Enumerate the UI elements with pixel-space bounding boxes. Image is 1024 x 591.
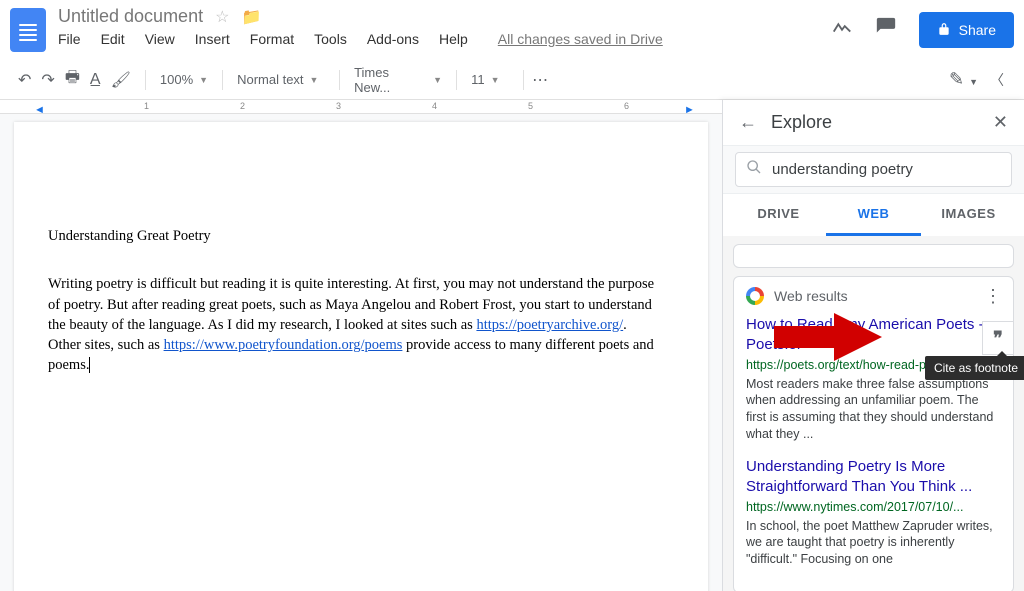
docs-logo-icon[interactable] [10, 8, 46, 52]
font-dropdown[interactable]: Times New...▼ [348, 61, 448, 99]
menu-format[interactable]: Format [250, 31, 294, 47]
fontsize-dropdown[interactable]: 11▼ [465, 68, 515, 91]
explore-results[interactable]: Web results ⋮ ❞ Cite as footnote How to … [723, 236, 1024, 591]
explore-panel: ← Explore ✕ DRIVE WEB IMAGES [722, 100, 1024, 591]
google-icon [746, 287, 764, 305]
annotation-arrow [834, 313, 882, 361]
tab-drive[interactable]: DRIVE [731, 194, 826, 236]
activity-icon[interactable] [831, 16, 853, 44]
app-header: Untitled document ☆ 📁 File Edit View Ins… [0, 0, 1024, 60]
document-title[interactable]: Untitled document [58, 6, 203, 27]
result-snippet: Most readers make three false assumption… [746, 376, 1001, 444]
menu-addons[interactable]: Add-ons [367, 31, 419, 47]
tab-web[interactable]: WEB [826, 194, 921, 236]
menu-help[interactable]: Help [439, 31, 468, 47]
editing-mode-icon[interactable]: ✎ ▼ [949, 69, 978, 90]
menu-insert[interactable]: Insert [195, 31, 230, 47]
toolbar: ↶ ↷ 🖶 A̲ 🖌 100%▼ Normal text▼ Times New.… [0, 60, 1024, 100]
learn-more-strip[interactable] [733, 244, 1014, 268]
paint-format-icon[interactable]: 🖌 [111, 70, 131, 90]
menu-edit[interactable]: Edit [101, 31, 125, 47]
doc-paragraph[interactable]: Writing poetry is difficult but reading … [48, 274, 660, 375]
explore-tabs: DRIVE WEB IMAGES [723, 194, 1024, 236]
explore-close-icon[interactable]: ✕ [993, 112, 1008, 133]
star-icon[interactable]: ☆ [215, 7, 229, 27]
style-dropdown[interactable]: Normal text▼ [231, 68, 331, 91]
search-result[interactable]: Understanding Poetry Is More Straightfor… [746, 457, 1001, 568]
card-menu-icon[interactable]: ⋮ [984, 292, 1001, 300]
explore-title: Explore [771, 112, 979, 133]
tab-images[interactable]: IMAGES [921, 194, 1016, 236]
undo-icon[interactable]: ↶ [18, 70, 31, 90]
more-tools-icon[interactable]: ⋯ [532, 70, 548, 90]
zoom-dropdown[interactable]: 100%▼ [154, 68, 214, 91]
collapse-toolbar-icon[interactable]: 〈 [990, 70, 1004, 90]
share-button[interactable]: Share [919, 12, 1014, 48]
cite-as-footnote-button[interactable]: ❞ [982, 321, 1014, 355]
web-results-label: Web results [774, 288, 974, 304]
page[interactable]: Understanding Great Poetry Writing poetr… [14, 122, 708, 591]
link-poetryfoundation[interactable]: https://www.poetryfoundation.org/poems [164, 337, 403, 353]
document-canvas: ◄ 1 2 3 4 5 6 ► Understanding Great Poet… [0, 100, 722, 591]
share-label: Share [959, 22, 996, 38]
comments-icon[interactable] [875, 16, 897, 44]
link-poetryarchive[interactable]: https://poetryarchive.org/ [476, 317, 623, 333]
menu-bar: File Edit View Insert Format Tools Add-o… [58, 31, 831, 47]
search-icon [746, 159, 762, 180]
redo-icon[interactable]: ↷ [41, 70, 54, 90]
doc-heading[interactable]: Understanding Great Poetry [48, 226, 660, 246]
save-status[interactable]: All changes saved in Drive [498, 31, 663, 47]
menu-tools[interactable]: Tools [314, 31, 347, 47]
explore-search[interactable] [735, 152, 1012, 187]
lock-icon [937, 22, 951, 39]
result-url: https://www.nytimes.com/2017/07/10/... [746, 500, 1001, 514]
result-title[interactable]: Understanding Poetry Is More Straightfor… [746, 457, 1001, 498]
explore-back-icon[interactable]: ← [739, 112, 757, 133]
cite-tooltip: Cite as footnote [925, 356, 1024, 380]
menu-view[interactable]: View [145, 31, 175, 47]
text-cursor [89, 357, 90, 373]
web-results-card: Web results ⋮ ❞ Cite as footnote How to … [733, 276, 1014, 591]
print-icon[interactable]: 🖶 [65, 66, 80, 93]
menu-file[interactable]: File [58, 31, 81, 47]
result-snippet: In school, the poet Matthew Zapruder wri… [746, 518, 1001, 569]
move-folder-icon[interactable]: 📁 [241, 7, 261, 27]
explore-search-input[interactable] [772, 161, 1001, 178]
spellcheck-icon[interactable]: A̲ [90, 71, 101, 89]
ruler[interactable]: ◄ 1 2 3 4 5 6 ► [0, 100, 722, 114]
